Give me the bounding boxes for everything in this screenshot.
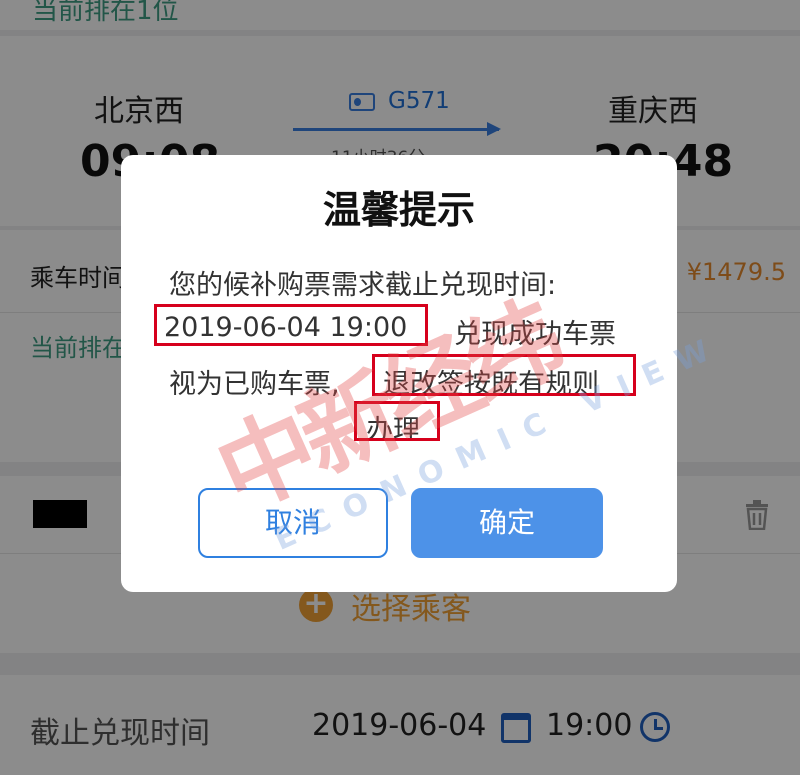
dialog-title: 温馨提示 [322, 188, 475, 232]
confirm-button[interactable]: 确定 [411, 488, 603, 558]
